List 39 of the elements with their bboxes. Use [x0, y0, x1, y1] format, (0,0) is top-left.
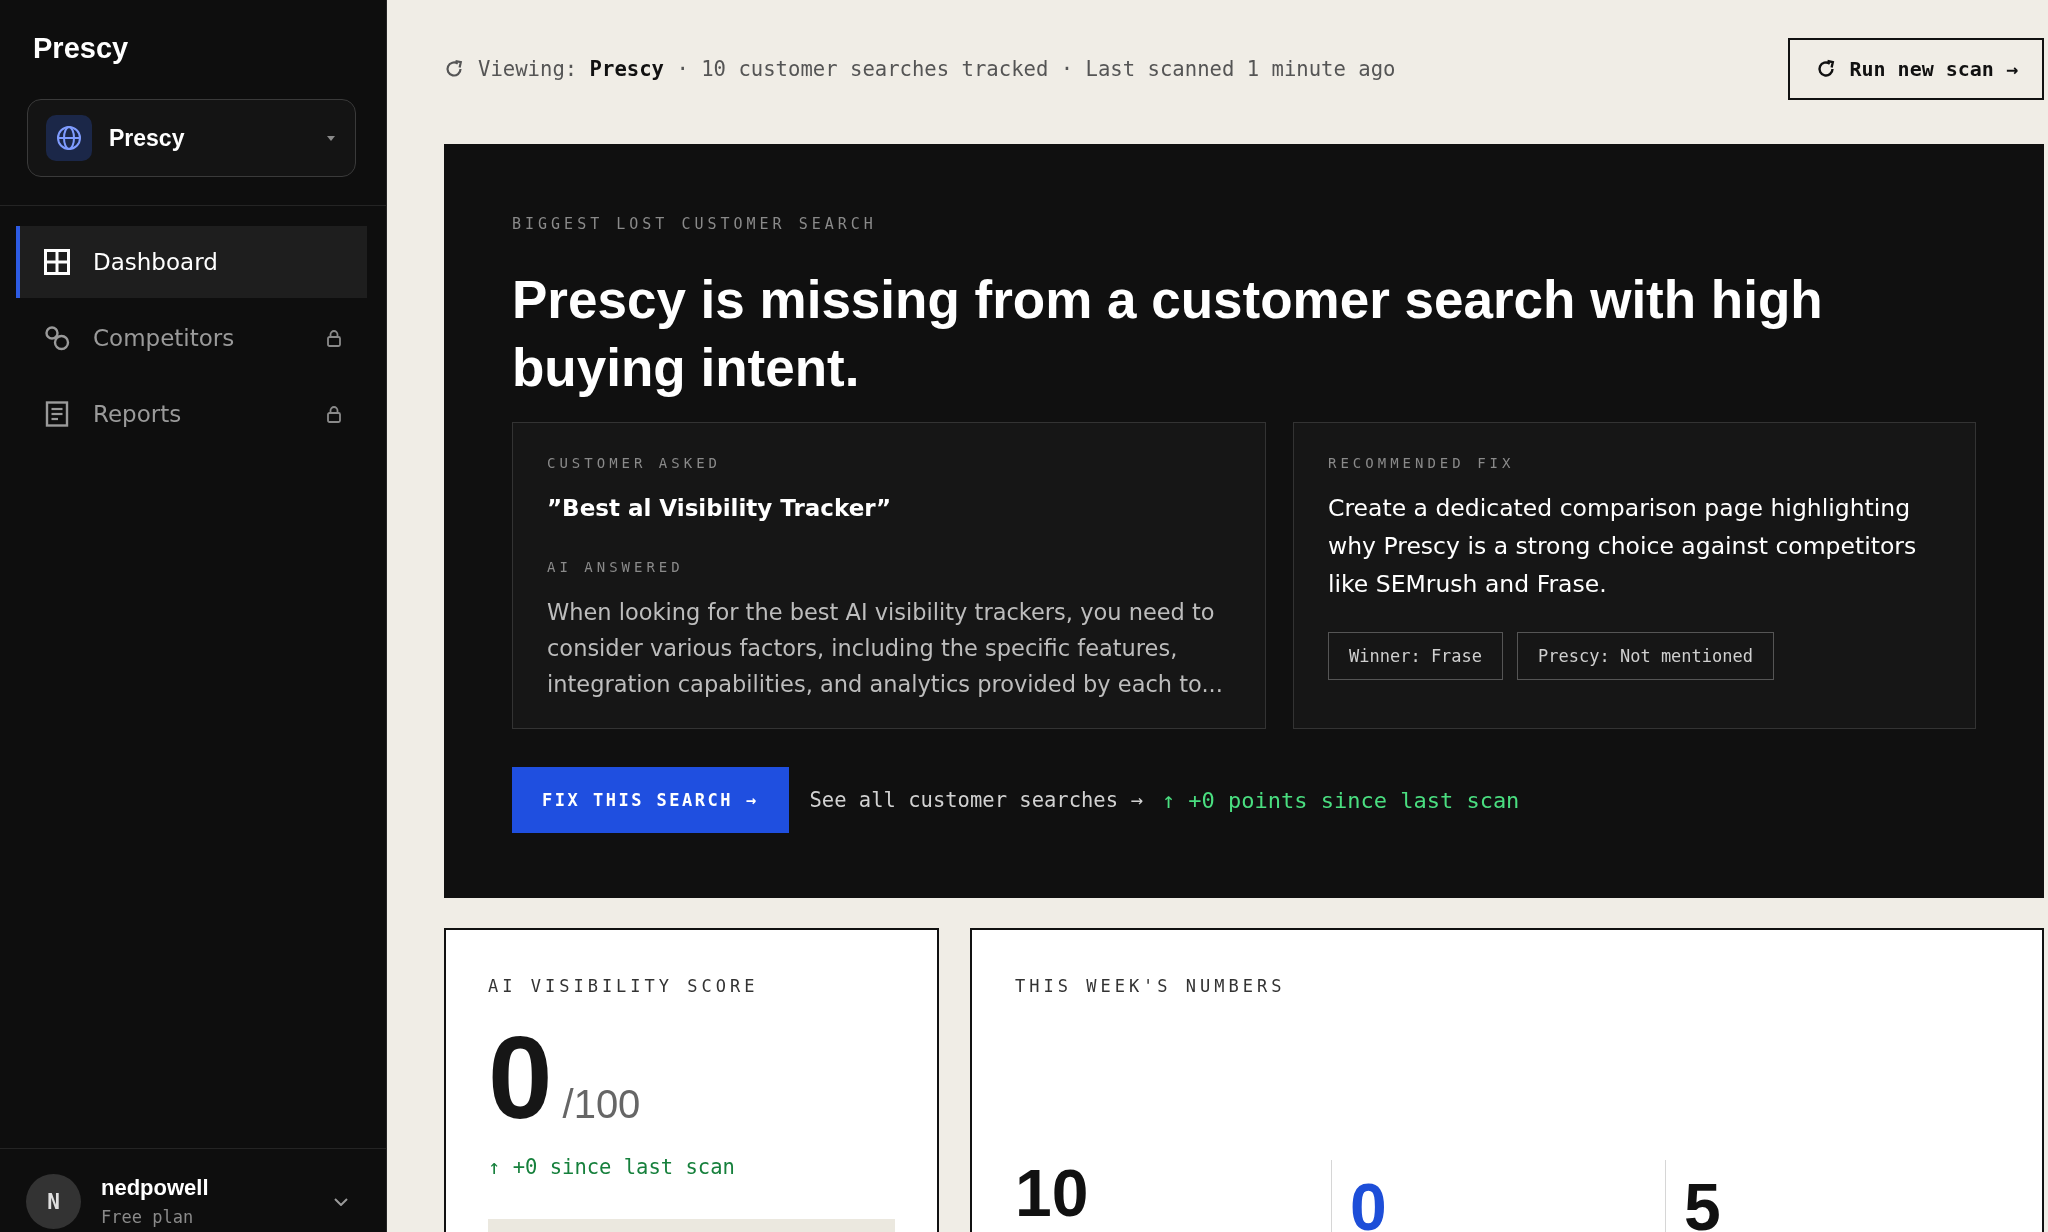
recommended-fix-text: Create a dedicated comparison page highlighting why Prescy is a strong choice against competitors like SEMrush and Frase.: [1328, 493, 1918, 600]
card-label: AI VISIBILITY SCORE: [488, 976, 760, 996]
nav-item[interactable]: Competitors: [16, 302, 367, 374]
section-label: CUSTOMER ASKED: [547, 454, 722, 472]
section-label: RECOMMENDED FIX: [1328, 454, 1516, 472]
result-tag: Prescy: Not mentioned: [1517, 632, 1774, 680]
user-plan: Free plan: [101, 1206, 194, 1229]
chevron-down-icon[interactable]: [334, 1198, 348, 1206]
refresh-icon: [1816, 59, 1837, 79]
user-avatar: N: [26, 1174, 81, 1229]
result-tag: Winner: Frase: [1328, 632, 1504, 680]
globe-icon: [46, 115, 92, 161]
score-value: 0: [488, 1020, 553, 1136]
stat-value: 10: [1015, 1156, 1089, 1230]
nav-item[interactable]: Dashboard: [16, 226, 367, 298]
brand-name: Prescy: [33, 31, 129, 66]
refresh-icon: [444, 59, 464, 79]
score-max: /100: [562, 1082, 641, 1127]
see-all-searches-link[interactable]: See all customer searches →: [809, 788, 1143, 812]
hero-eyebrow: BIGGEST LOST CUSTOMER SEARCH: [512, 214, 878, 234]
user-name: nedpowell: [101, 1175, 209, 1201]
card-label: THIS WEEK'S NUMBERS: [1015, 976, 1287, 996]
run-scan-button[interactable]: Run new scan →: [1788, 38, 2044, 100]
linked-circles-icon: [44, 325, 70, 351]
customer-query: ”Best al Visibility Tracker”: [547, 494, 893, 523]
document-icon: [44, 401, 70, 427]
ai-answer-text: When looking for the best AI visibility trackers, you need to consider various factors, including the specific features, integration capabilities, and analytics provided by each to...: [547, 598, 1224, 699]
nav-item[interactable]: Reports: [16, 378, 367, 450]
fix-search-button[interactable]: FIX THIS SEARCH →: [512, 767, 789, 833]
scan-status-text: Viewing: Prescy · 10 customer searches tracked · Last scanned 1 minute ago: [478, 57, 1396, 81]
caret-icon: [327, 135, 335, 141]
points-change-text: ↑ +0 points since last scan: [1161, 787, 1520, 813]
stat-value: 5: [1684, 1170, 1721, 1232]
score-change-text: ↑ +0 since last scan: [488, 1155, 736, 1179]
stat-value: 0: [1350, 1170, 1387, 1232]
workspace-selector[interactable]: Prescy: [27, 99, 356, 177]
hero-headline: Prescy is missing from a customer search with high buying intent.: [512, 269, 1824, 399]
grid-icon: [44, 249, 70, 275]
section-label: AI ANSWERED: [547, 558, 685, 576]
